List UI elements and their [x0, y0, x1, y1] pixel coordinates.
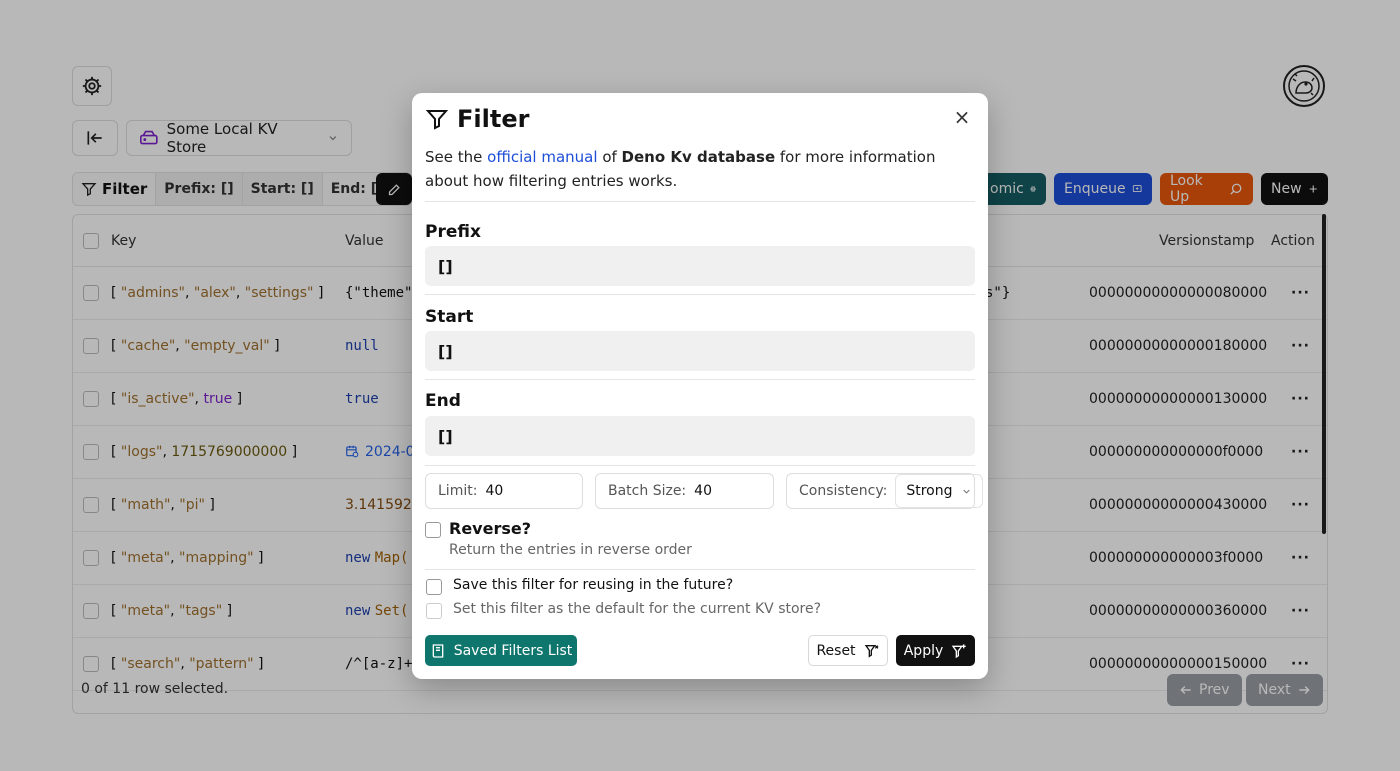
apply-button[interactable]: Apply — [896, 635, 975, 666]
divider — [425, 465, 975, 466]
divider — [425, 201, 975, 202]
divider — [425, 379, 975, 380]
end-input[interactable]: [] — [425, 416, 975, 456]
funnel-x-icon — [864, 644, 879, 658]
kv-explorer-page: Some Local KV Store Filter Prefix: [] St… — [0, 0, 1400, 771]
dialog-title: Filter — [425, 105, 529, 133]
saved-filters-list-button[interactable]: Saved Filters List — [425, 635, 577, 666]
funnel-plus-icon — [951, 643, 966, 658]
prefix-input[interactable]: [] — [425, 246, 975, 286]
consistency-field: Consistency: Strong — [786, 473, 983, 509]
save-filter-label: Save this filter for reusing in the futu… — [453, 577, 734, 593]
divider — [425, 569, 975, 570]
limit-input[interactable]: 40 — [485, 483, 503, 499]
limit-field[interactable]: Limit: 40 — [425, 473, 583, 509]
official-manual-link[interactable]: official manual — [487, 148, 597, 166]
start-input[interactable]: [] — [425, 331, 975, 371]
funnel-icon — [425, 110, 449, 130]
reverse-label: Reverse? — [449, 519, 531, 538]
start-label: Start — [425, 307, 474, 327]
batch-size-input[interactable]: 40 — [694, 483, 712, 499]
chevron-down-icon — [962, 489, 970, 494]
close-icon[interactable]: × — [953, 105, 971, 129]
consistency-select[interactable]: Strong — [895, 474, 983, 508]
save-filter-checkbox[interactable] — [426, 579, 442, 595]
batch-size-field[interactable]: Batch Size: 40 — [595, 473, 774, 509]
reset-button[interactable]: Reset — [808, 635, 888, 666]
book-icon — [432, 643, 444, 658]
reverse-checkbox[interactable] — [425, 522, 441, 538]
dialog-description: See the official manual of Deno Kv datab… — [425, 148, 936, 190]
prefix-label: Prefix — [425, 222, 481, 242]
default-filter-checkbox[interactable] — [426, 603, 442, 619]
default-filter-label: Set this filter as the default for the c… — [453, 601, 822, 617]
reverse-hint: Return the entries in reverse order — [449, 542, 692, 558]
divider — [425, 294, 975, 295]
filter-dialog: Filter × See the official manual of Deno… — [412, 93, 988, 679]
end-label: End — [425, 391, 461, 411]
